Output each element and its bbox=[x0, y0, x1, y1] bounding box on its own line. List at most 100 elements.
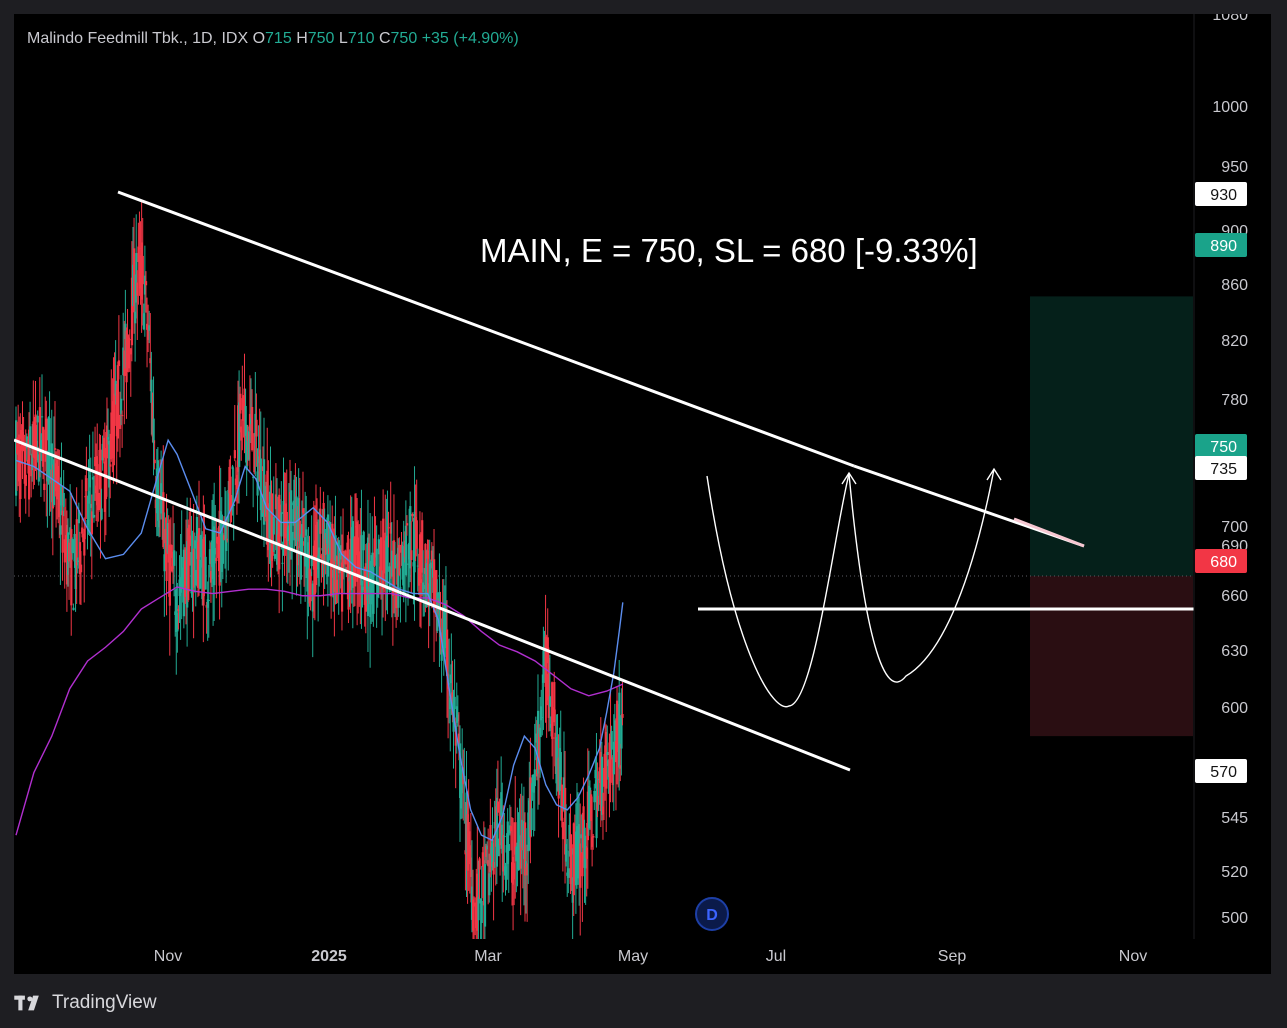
ohlc-low: L710 bbox=[338, 30, 375, 47]
candle-body bbox=[548, 696, 552, 707]
cup-curve bbox=[706, 473, 850, 708]
price-axis-bg bbox=[1194, 14, 1271, 974]
dividend-marker-label: D bbox=[706, 907, 718, 924]
candle-body bbox=[305, 529, 308, 536]
candle-body bbox=[81, 527, 84, 534]
ohlc-close: C750 bbox=[378, 30, 418, 47]
price-tick-label: 520 bbox=[1221, 864, 1248, 881]
candle-body bbox=[281, 562, 284, 564]
price-tag-label: 735 bbox=[1210, 461, 1237, 478]
time-tick-label: Nov bbox=[1119, 948, 1147, 965]
candle-body bbox=[79, 564, 83, 573]
time-tick-label: Mar bbox=[474, 948, 502, 965]
time-tick-label: Jul bbox=[766, 948, 786, 965]
price-tick-label: 660 bbox=[1221, 588, 1248, 605]
candle-body bbox=[291, 531, 294, 550]
symbol-name: Malindo Feedmill Tbk., 1D, IDX bbox=[27, 30, 249, 47]
candle-body bbox=[362, 531, 365, 551]
handle-curve bbox=[848, 468, 995, 683]
price-tag-label: 930 bbox=[1210, 187, 1237, 204]
candle-body bbox=[204, 556, 207, 590]
ohlc-high: H750 bbox=[296, 30, 335, 47]
candle-body bbox=[128, 339, 131, 341]
tradingview-footer[interactable]: TradingView bbox=[14, 990, 157, 1016]
candlesticks bbox=[15, 202, 624, 974]
candle-body bbox=[272, 516, 275, 535]
price-tick-label: 860 bbox=[1221, 277, 1248, 294]
candle-body bbox=[610, 731, 613, 750]
ohlc-open: O715 bbox=[252, 30, 292, 47]
price-chart[interactable]: MAIN, E = 750, SL = 680 [-9.33%] D 1080 100… bbox=[14, 14, 1271, 974]
price-tick-label: 700 bbox=[1221, 519, 1248, 536]
candle-body bbox=[153, 459, 156, 464]
candle-body bbox=[387, 527, 390, 529]
candle-body bbox=[239, 393, 242, 414]
chart-frame[interactable]: MAIN, E = 750, SL = 680 [-9.33%] D 1080 100… bbox=[14, 14, 1271, 974]
candle-body bbox=[567, 868, 570, 878]
ohlc-change: +35 (+4.90%) bbox=[421, 30, 519, 47]
stop-zone bbox=[1030, 576, 1193, 737]
time-tick-label: 2025 bbox=[311, 948, 347, 965]
candle-body bbox=[233, 450, 236, 459]
candle-body bbox=[141, 255, 144, 285]
symbol-header: Malindo Feedmill Tbk., 1D, IDX O715 H750… bbox=[27, 30, 519, 48]
candle-body bbox=[97, 492, 100, 511]
candle-body bbox=[375, 548, 378, 583]
candle-body bbox=[507, 844, 510, 851]
candle-body bbox=[415, 520, 418, 549]
candle-body bbox=[503, 835, 506, 838]
time-tick-label: Sep bbox=[938, 948, 967, 965]
candle-body bbox=[59, 525, 62, 535]
price-tick-label: 545 bbox=[1221, 810, 1248, 827]
candle-body bbox=[405, 523, 409, 526]
price-tag-label: 570 bbox=[1210, 764, 1237, 781]
candle-body bbox=[85, 478, 88, 492]
candle-body bbox=[152, 418, 155, 444]
candle-body bbox=[560, 784, 564, 821]
price-tick-label: 500 bbox=[1221, 910, 1248, 927]
candle-body bbox=[273, 554, 277, 559]
candle-body bbox=[92, 514, 96, 518]
candle-body bbox=[255, 419, 258, 437]
candle-body bbox=[280, 512, 283, 537]
candle-body bbox=[483, 864, 487, 927]
candle-body bbox=[221, 537, 225, 564]
candle-body bbox=[592, 835, 595, 838]
channel-lower-line bbox=[14, 438, 851, 772]
candle-body bbox=[478, 858, 481, 870]
candle-body bbox=[61, 510, 64, 553]
price-tick-label: 600 bbox=[1221, 700, 1248, 717]
candle-body bbox=[36, 415, 39, 423]
candle-body bbox=[117, 360, 121, 367]
tradingview-logo-icon bbox=[14, 995, 39, 1011]
candle-body bbox=[40, 416, 44, 418]
candle-body bbox=[480, 900, 483, 923]
candle-body bbox=[621, 714, 624, 718]
candle-body bbox=[207, 599, 210, 601]
candle-body bbox=[533, 769, 536, 787]
candle-body bbox=[561, 821, 565, 840]
candle-body bbox=[43, 483, 46, 490]
price-tick-label: 630 bbox=[1221, 643, 1248, 660]
candle-body bbox=[215, 557, 218, 562]
candle-body bbox=[62, 492, 65, 507]
price-tag-label: 890 bbox=[1210, 238, 1237, 255]
price-tag-label: 750 bbox=[1210, 439, 1237, 456]
price-tick-label: 950 bbox=[1221, 159, 1248, 176]
candle-body bbox=[29, 426, 32, 448]
candle-body bbox=[53, 448, 57, 450]
candle-body bbox=[559, 752, 562, 780]
candle-body bbox=[144, 281, 148, 286]
candle-body bbox=[453, 696, 456, 710]
candle-body bbox=[24, 474, 27, 486]
candle-body bbox=[477, 896, 480, 921]
tradingview-brand: TradingView bbox=[52, 992, 157, 1013]
candle-body bbox=[530, 808, 533, 831]
candle-body bbox=[121, 415, 124, 417]
candle-body bbox=[173, 550, 176, 566]
time-tick-label: May bbox=[618, 948, 648, 965]
candle-body bbox=[411, 513, 414, 517]
candle-body bbox=[399, 587, 402, 589]
price-tick-label: 1000 bbox=[1212, 99, 1248, 116]
price-tick-label: 820 bbox=[1221, 333, 1248, 350]
